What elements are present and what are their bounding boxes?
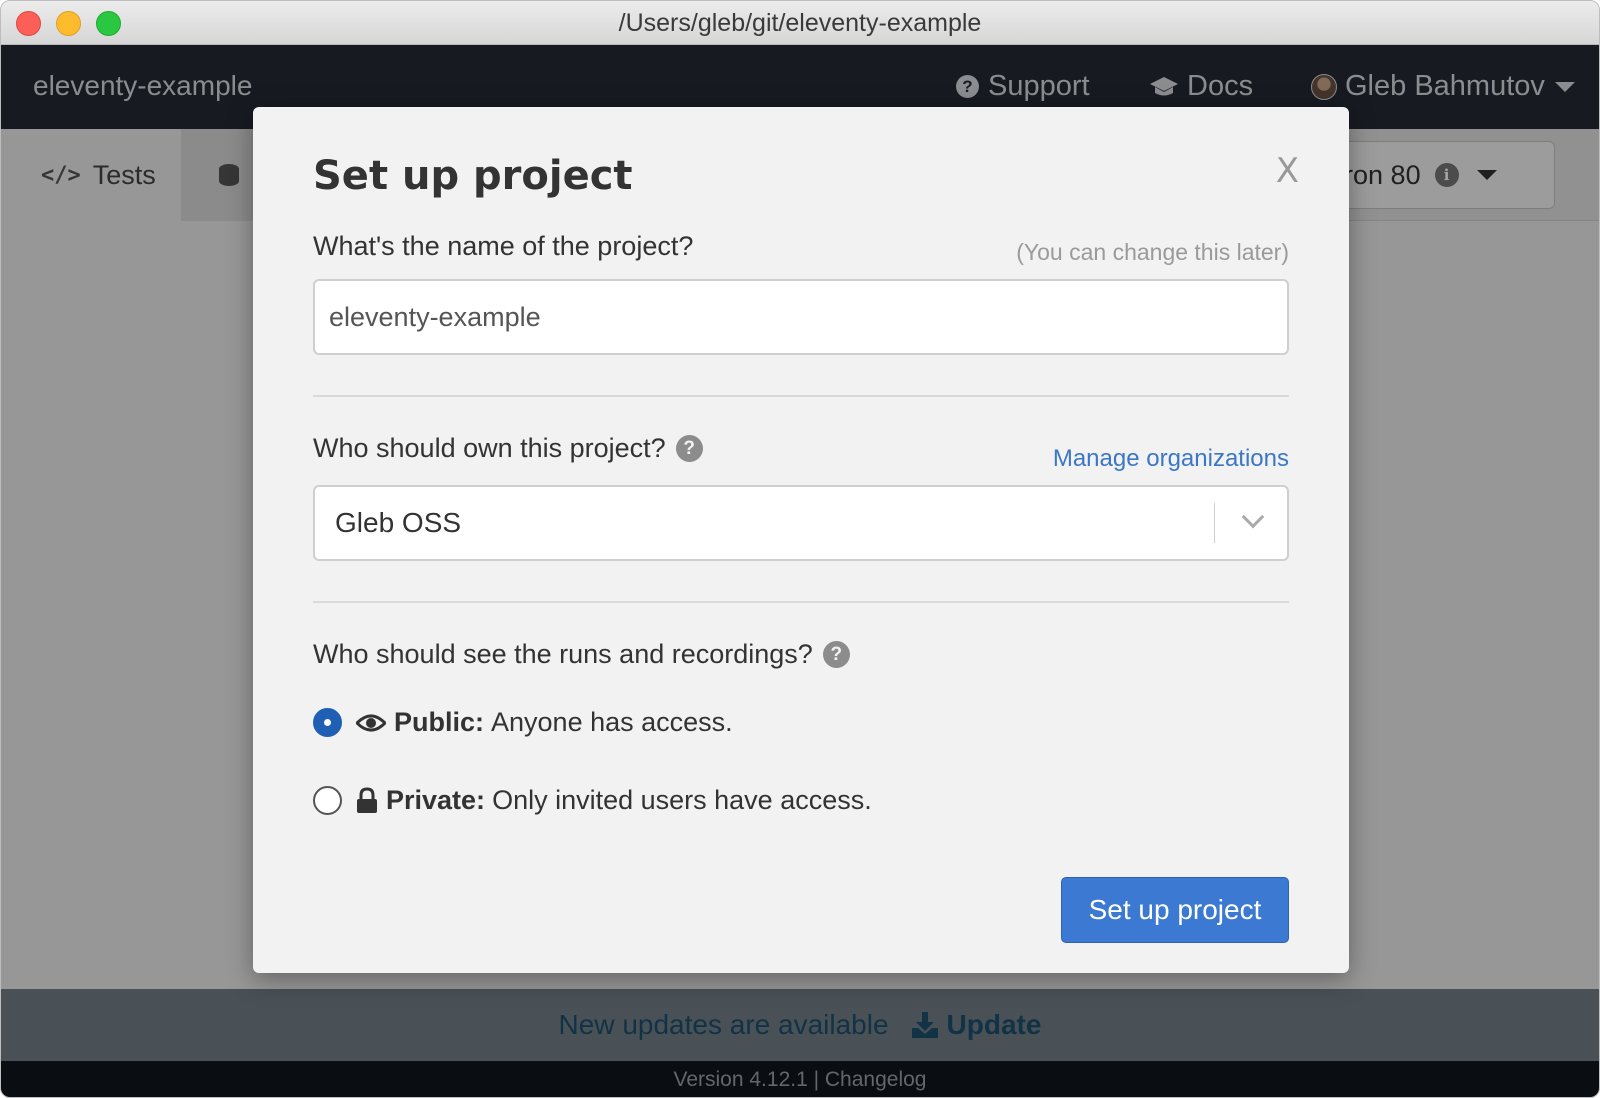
set-up-project-button[interactable]: Set up project [1061, 877, 1289, 943]
manage-organizations-link[interactable]: Manage organizations [1053, 445, 1289, 473]
owner-label: Who should own this project? [313, 433, 666, 463]
owner-select[interactable]: Gleb OSS [313, 485, 1289, 561]
private-strong: Private: [386, 785, 486, 815]
visibility-label-row: Who should see the runs and recordings? … [313, 639, 850, 670]
lock-icon [357, 787, 377, 813]
public-desc: Anyone has access. [491, 707, 733, 737]
project-name-hint: (You can change this later) [1016, 239, 1289, 265]
owner-select-value: Gleb OSS [335, 507, 462, 538]
project-name-label: What's the name of the project? [313, 231, 694, 261]
public-option[interactable]: Public: Anyone has access. [313, 707, 733, 738]
window-title: /Users/gleb/git/eleventy-example [618, 9, 982, 37]
private-radio[interactable] [313, 786, 342, 815]
question-circle-icon[interactable]: ? [675, 435, 703, 462]
title-bar: /Users/gleb/git/eleventy-example [1, 1, 1599, 45]
select-separator [1214, 503, 1215, 543]
visibility-label: Who should see the runs and recordings? [313, 639, 813, 669]
public-strong: Public: [394, 707, 485, 737]
app-window: /Users/gleb/git/eleventy-example elevent… [0, 0, 1600, 1098]
private-desc: Only invited users have access. [492, 785, 872, 815]
modal-title: Set up project [313, 153, 633, 199]
eye-icon [356, 714, 386, 731]
chevron-down-icon [1241, 505, 1265, 529]
owner-label-row: Who should own this project? ? [313, 433, 703, 464]
divider [313, 395, 1289, 397]
setup-project-modal: Set up project X What's the name of the … [253, 107, 1349, 973]
close-icon[interactable]: X [1276, 151, 1299, 191]
private-option[interactable]: Private: Only invited users have access. [313, 785, 872, 816]
project-name-input[interactable]: eleventy-example [313, 279, 1289, 355]
question-circle-icon[interactable]: ? [822, 641, 850, 668]
public-radio[interactable] [313, 708, 342, 737]
divider [313, 601, 1289, 603]
